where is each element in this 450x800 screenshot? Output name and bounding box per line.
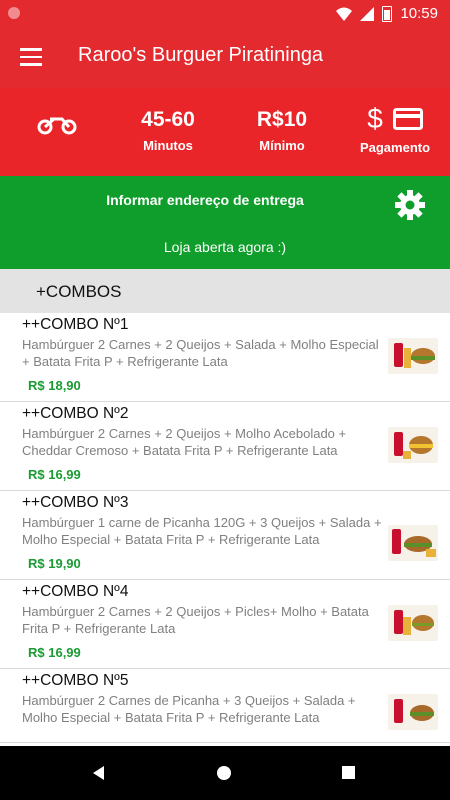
combo-thumbnail <box>388 427 438 463</box>
home-icon[interactable] <box>217 766 231 780</box>
page-title: Raroo's Burguer Piratininga <box>78 44 324 66</box>
back-icon[interactable] <box>93 766 104 780</box>
item-name: ++COMBO Nº2 <box>22 405 129 422</box>
combo-thumbnail <box>388 605 438 641</box>
delivery-time-info: 45-60 Minutos <box>128 108 208 153</box>
item-price: R$ 16,99 <box>28 467 81 482</box>
item-price: R$ 19,90 <box>28 556 81 571</box>
system-nav-bar <box>0 746 450 800</box>
app-bar: Raroo's Burguer Piratininga <box>0 28 450 88</box>
item-description: Hambúrguer 1 carne de Picanha 120G + 3 Q… <box>22 515 382 547</box>
minimum-order-info: R$10 Mínimo <box>242 108 322 153</box>
item-price: R$ 16,99 <box>28 645 81 660</box>
status-bar: 10:59 <box>0 0 450 28</box>
item-description: Hambúrguer 2 Carnes + 2 Queijos + Molho … <box>22 426 347 458</box>
delivery-time-value: 45-60 <box>141 108 195 131</box>
status-icons: 10:59 <box>336 5 438 22</box>
inform-address-button[interactable]: Informar endereço de entrega <box>0 192 410 208</box>
status-time: 10:59 <box>400 5 438 22</box>
item-name: ++COMBO Nº4 <box>22 583 129 600</box>
minimum-order-value: R$10 <box>256 108 308 131</box>
menu-icon[interactable] <box>20 48 42 66</box>
credit-card-icon <box>392 108 423 130</box>
item-description: Hambúrguer 2 Carnes de Picanha + 3 Queij… <box>22 693 356 725</box>
category-title: +COMBOS <box>36 282 122 301</box>
category-header[interactable]: +COMBOS <box>0 269 450 313</box>
menu-item[interactable]: ++COMBO Nº5 Hambúrguer 2 Carnes de Pican… <box>0 669 450 743</box>
recent-apps-icon[interactable] <box>342 766 355 779</box>
menu-item[interactable]: ++COMBO Nº4 Hambúrguer 2 Carnes + 2 Quei… <box>0 580 450 669</box>
motorcycle-icon <box>37 117 77 135</box>
menu-item[interactable]: ++COMBO Nº2 Hambúrguer 2 Carnes + 2 Quei… <box>0 402 450 491</box>
payment-label: Pagamento <box>359 140 431 155</box>
menu-item[interactable]: ++COMBO Nº3 Hambúrguer 1 carne de Picanh… <box>0 491 450 580</box>
item-description: Hambúrguer 2 Carnes + 2 Queijos + Salada… <box>22 337 379 369</box>
dollar-icon: $ <box>367 103 383 134</box>
store-info-bar: 45-60 Minutos R$10 Mínimo $ Pagamento <box>0 88 450 176</box>
menu-item[interactable]: ++COMBO Nº1 Hambúrguer 2 Carnes + 2 Quei… <box>0 313 450 402</box>
battery-icon <box>382 5 393 22</box>
notification-icon <box>8 7 20 19</box>
gear-icon[interactable] <box>393 188 427 222</box>
store-status: Loja aberta agora :) <box>163 239 287 255</box>
item-name: ++COMBO Nº5 <box>22 672 129 689</box>
wifi-icon <box>336 7 353 21</box>
item-description: Hambúrguer 2 Carnes + 2 Queijos + Picles… <box>22 604 369 636</box>
item-name: ++COMBO Nº3 <box>22 494 129 511</box>
combo-thumbnail <box>388 525 438 561</box>
address-bar: Informar endereço de entrega Loja aberta… <box>0 176 450 269</box>
menu-list[interactable]: ++COMBO Nº1 Hambúrguer 2 Carnes + 2 Quei… <box>0 313 450 746</box>
item-name: ++COMBO Nº1 <box>22 316 129 333</box>
combo-thumbnail <box>388 338 438 374</box>
combo-thumbnail <box>388 694 438 730</box>
payment-info[interactable]: $ Pagamento <box>352 103 438 156</box>
signal-icon <box>360 6 375 21</box>
minimum-order-label: Mínimo <box>259 138 305 153</box>
delivery-time-label: Minutos <box>143 138 193 153</box>
item-price: R$ 18,90 <box>28 378 81 393</box>
